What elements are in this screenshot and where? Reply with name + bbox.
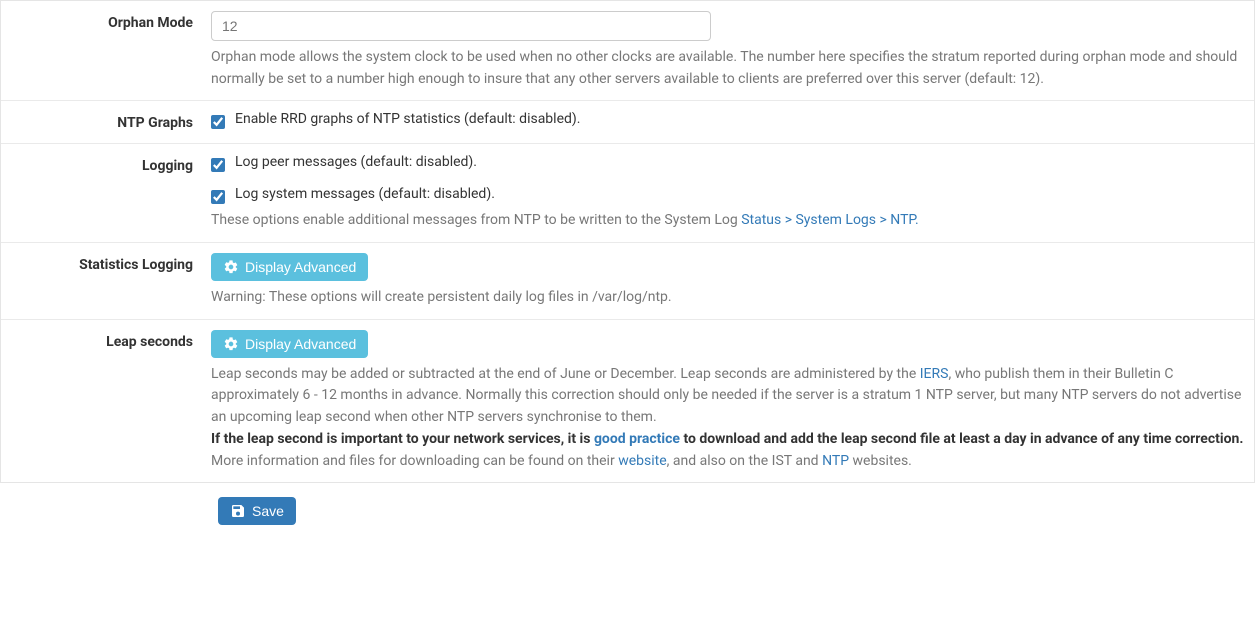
leap-good-practice-link[interactable]: good practice xyxy=(594,431,680,447)
leap-p3a: More information and files for downloadi… xyxy=(211,453,618,469)
logging-help: These options enable additional messages… xyxy=(211,210,1244,232)
stats-warning: Warning: These options will create persi… xyxy=(211,287,1244,309)
gear-icon xyxy=(223,336,239,352)
save-button-label: Save xyxy=(252,503,284,519)
row-stats-logging: Statistics Logging Display Advanced Warn… xyxy=(1,242,1254,319)
save-icon xyxy=(230,503,246,519)
row-leap-seconds: Leap seconds Display Advanced Leap secon… xyxy=(1,319,1254,482)
label-stats-logging: Statistics Logging xyxy=(11,253,211,309)
leap-website-link[interactable]: website xyxy=(618,453,666,469)
label-logging: Logging xyxy=(11,154,211,232)
orphan-mode-input[interactable] xyxy=(211,11,711,41)
log-system-checkbox[interactable] xyxy=(211,190,225,204)
ntp-graphs-checkbox[interactable] xyxy=(211,115,225,129)
stats-button-label: Display Advanced xyxy=(245,259,356,275)
leap-p3c: websites. xyxy=(849,453,912,469)
save-button[interactable]: Save xyxy=(218,497,296,525)
leap-p2a: If the leap second is important to your … xyxy=(211,431,594,447)
leap-p2b: to download and add the leap second file… xyxy=(680,431,1239,447)
label-orphan-mode: Orphan Mode xyxy=(11,11,211,90)
ntp-graphs-checkbox-label: Enable RRD graphs of NTP statistics (def… xyxy=(235,111,580,127)
settings-panel: Orphan Mode Orphan mode allows the syste… xyxy=(0,0,1255,483)
leap-iers-link[interactable]: IERS xyxy=(920,366,949,382)
logging-help-text: These options enable additional messages… xyxy=(211,212,741,228)
orphan-mode-help: Orphan mode allows the system clock to b… xyxy=(211,47,1244,90)
logging-help-link[interactable]: Status > System Logs > NTP. xyxy=(741,212,919,228)
log-peer-label: Log peer messages (default: disabled). xyxy=(235,154,477,170)
leap-display-advanced-button[interactable]: Display Advanced xyxy=(211,330,368,358)
label-leap-seconds: Leap seconds xyxy=(11,330,211,472)
leap-p1a: Leap seconds may be added or subtracted … xyxy=(211,366,920,382)
leap-p3b: , and also on the IST and xyxy=(667,453,822,469)
row-logging: Logging Log peer messages (default: disa… xyxy=(1,143,1254,242)
label-ntp-graphs: NTP Graphs xyxy=(11,111,211,133)
log-system-label: Log system messages (default: disabled). xyxy=(235,186,495,202)
leap-button-label: Display Advanced xyxy=(245,336,356,352)
stats-display-advanced-button[interactable]: Display Advanced xyxy=(211,253,368,281)
leap-ntp-link[interactable]: NTP xyxy=(822,453,849,469)
leap-p2-period: . xyxy=(1239,431,1243,447)
save-row: Save xyxy=(0,483,1255,545)
log-peer-checkbox[interactable] xyxy=(211,158,225,172)
gear-icon xyxy=(223,259,239,275)
row-ntp-graphs: NTP Graphs Enable RRD graphs of NTP stat… xyxy=(1,100,1254,143)
leap-help: Leap seconds may be added or subtracted … xyxy=(211,364,1244,472)
row-orphan-mode: Orphan Mode Orphan mode allows the syste… xyxy=(1,1,1254,100)
